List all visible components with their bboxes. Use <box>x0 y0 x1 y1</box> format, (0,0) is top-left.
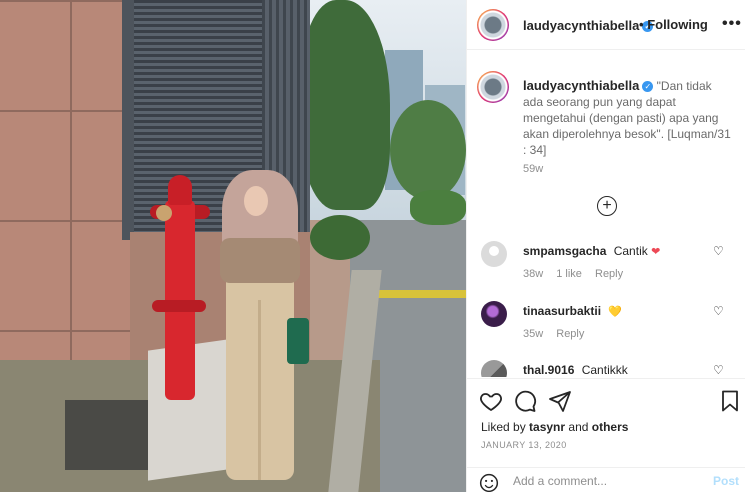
commenter-username[interactable]: smpamsgacha <box>523 244 606 258</box>
hydrant-arm <box>152 300 206 312</box>
caption-username[interactable]: laudyacynthiabella <box>523 78 639 93</box>
commenter-avatar[interactable] <box>481 301 507 327</box>
add-comment-bar: Post <box>467 467 745 492</box>
comment-item: thal.9016 Cantikkk ♡ <box>467 360 745 377</box>
tree <box>390 100 466 200</box>
commenter-username[interactable]: tinaasurbaktii <box>523 304 601 318</box>
reply-button[interactable]: Reply <box>556 328 584 340</box>
comment-time[interactable]: 35w <box>523 328 543 340</box>
trouser-crease <box>258 300 261 480</box>
tree <box>300 0 390 210</box>
comment-line: thal.9016 Cantikkk <box>523 363 628 377</box>
liked-by-user[interactable]: tasynr <box>529 420 565 434</box>
post-actions: Liked by tasynr and others JANUARY 13, 2… <box>467 378 745 492</box>
following-button[interactable]: Following <box>647 17 708 32</box>
green-handbag <box>287 318 309 364</box>
save-bookmark-icon[interactable] <box>718 389 742 413</box>
liked-by-summary: Liked by tasynr and others <box>481 420 629 434</box>
caption-avatar[interactable] <box>477 71 509 103</box>
more-options-icon[interactable]: ••• <box>722 15 742 33</box>
like-heart-icon[interactable] <box>479 389 503 413</box>
caption-text: laudyacynthiabella ✓ "Dan tidak ada seora… <box>523 78 731 158</box>
post-comment-button[interactable]: Post <box>713 474 739 488</box>
commenter-username[interactable]: thal.9016 <box>523 363 574 377</box>
comment-text: Cantik <box>613 244 648 258</box>
comment-bubble-icon[interactable] <box>513 389 537 413</box>
liked-by-others[interactable]: others <box>592 420 629 434</box>
comment-meta: 38w 1 like Reply <box>523 268 633 280</box>
like-comment-icon[interactable]: ♡ <box>713 363 724 377</box>
comments-section[interactable]: laudyacynthiabella ✓ "Dan tidak ada seora… <box>467 51 745 377</box>
post-photo[interactable] <box>0 0 466 492</box>
comment-line: smpamsgacha Cantik ❤ <box>523 244 660 258</box>
post-date[interactable]: JANUARY 13, 2020 <box>481 440 567 450</box>
comment-text: Cantikkk <box>581 363 628 377</box>
hedge <box>410 190 466 225</box>
comment-meta: 35w Reply <box>523 328 594 340</box>
person-blouse <box>220 238 300 283</box>
load-more-comments-icon[interactable]: + <box>597 196 617 216</box>
bush <box>310 215 370 260</box>
comment-time[interactable]: 38w <box>523 268 543 280</box>
emoji-smile-icon[interactable] <box>479 473 499 492</box>
author-avatar[interactable] <box>477 9 509 41</box>
hydrant-top <box>168 175 192 205</box>
follow-status[interactable]: • Following <box>639 17 708 32</box>
dot-separator: • <box>639 17 644 32</box>
commenter-avatar[interactable] <box>481 360 507 377</box>
comment-like-count[interactable]: 1 like <box>556 268 582 280</box>
post-side-panel: laudyacynthiabella ✓ • Following ••• laud… <box>466 0 745 492</box>
hydrant-cap <box>156 205 172 221</box>
commenter-avatar[interactable] <box>481 241 507 267</box>
reply-button[interactable]: Reply <box>595 268 623 280</box>
red-heart-icon: ❤ <box>651 246 661 258</box>
comment-line: tinaasurbaktii 💛 <box>523 304 622 318</box>
person-face <box>244 186 268 216</box>
shutter-post <box>122 0 134 240</box>
post-header: laudyacynthiabella ✓ • Following ••• <box>467 0 745 50</box>
comment-item: tinaasurbaktii 💛 35w Reply ♡ <box>467 301 745 359</box>
author-username[interactable]: laudyacynthiabella ✓ <box>523 18 654 33</box>
verified-icon: ✓ <box>642 81 654 93</box>
like-comment-icon[interactable]: ♡ <box>713 244 724 258</box>
comment-item: smpamsgacha Cantik ❤ 38w 1 like Reply ♡ <box>467 241 745 299</box>
like-comment-icon[interactable]: ♡ <box>713 304 724 318</box>
share-paper-plane-icon[interactable] <box>548 389 572 413</box>
caption-timestamp[interactable]: 59w <box>523 163 543 175</box>
pedestal-shadow <box>65 400 155 470</box>
comment-input[interactable] <box>513 474 693 488</box>
yellow-heart-icon: 💛 <box>608 306 623 318</box>
